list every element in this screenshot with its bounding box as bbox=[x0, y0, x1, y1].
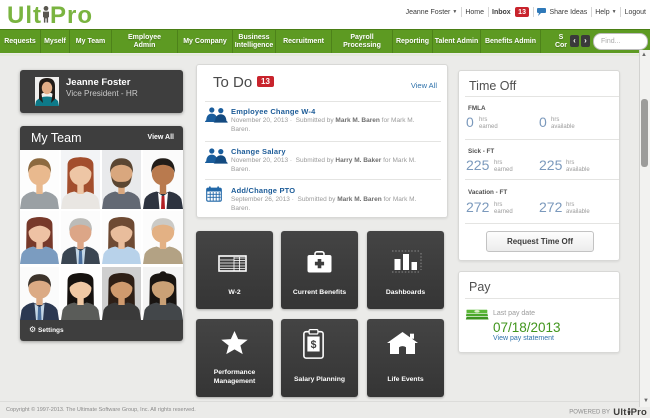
svg-text:$: $ bbox=[311, 339, 317, 351]
